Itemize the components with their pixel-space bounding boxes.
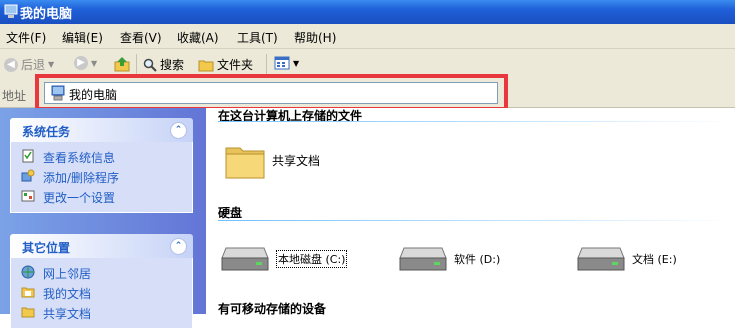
- hard-drive-icon: [577, 247, 625, 271]
- folders-button[interactable]: 文件夹: [198, 56, 253, 73]
- search-label: 搜索: [160, 58, 185, 72]
- menu-tools[interactable]: 工具(T): [237, 29, 278, 46]
- task-pane: 系统任务 ⌃ 查看系统信息 添加/删除程序 更改一个设置 其它位置 ⌃ 网上邻居…: [0, 108, 206, 329]
- system-info-icon: [22, 149, 34, 163]
- other-places-title: 其它位置: [22, 241, 71, 255]
- shared-documents-icon: [21, 307, 35, 318]
- drive-c-label: 本地磁盘 (C:): [276, 250, 348, 268]
- group-divider: [218, 121, 735, 122]
- link-label: 添加/删除程序: [43, 171, 120, 185]
- folder-up-icon: [114, 57, 130, 72]
- add-remove-programs-icon: [21, 169, 35, 182]
- link-change-setting[interactable]: 更改一个设置: [11, 186, 192, 206]
- highlight-box: [35, 74, 508, 111]
- menu-view[interactable]: 查看(V): [120, 29, 162, 46]
- back-button[interactable]: ◀ 后退 ▼: [4, 56, 54, 73]
- group-divider: [218, 220, 735, 221]
- address-label: 地址: [2, 89, 27, 103]
- hard-drive-icon: [221, 247, 269, 271]
- shared-documents-label: 共享文档: [272, 153, 321, 168]
- folders-label: 文件夹: [217, 58, 254, 72]
- link-network-places[interactable]: 网上邻居: [11, 262, 192, 282]
- link-label: 我的文档: [43, 287, 92, 301]
- forward-button[interactable]: ▶ ▼: [74, 56, 97, 70]
- removable-group-header: 有可移动存储的设备: [218, 302, 327, 316]
- control-panel-icon: [21, 190, 35, 202]
- title-bar: 我的电脑: [0, 0, 735, 24]
- up-button[interactable]: [114, 56, 130, 72]
- window-title: 我的电脑: [20, 7, 73, 22]
- link-shared-documents[interactable]: 共享文档: [11, 302, 192, 322]
- shared-documents-folder[interactable]: 共享文档: [224, 140, 320, 180]
- system-tasks-header[interactable]: 系统任务 ⌃: [10, 118, 193, 142]
- dropdown-arrow-icon: ▼: [91, 58, 98, 68]
- link-label: 查看系统信息: [43, 151, 116, 165]
- disks-group-header: 硬盘: [218, 206, 243, 220]
- dropdown-arrow-icon: ▼: [293, 58, 300, 68]
- menu-bar: 文件(F) 编辑(E) 查看(V) 收藏(A) 工具(T) 帮助(H): [0, 24, 735, 49]
- forward-arrow-icon: ▶: [74, 56, 88, 70]
- other-places-body: 网上邻居 我的文档 共享文档: [10, 258, 193, 329]
- search-button[interactable]: 搜索: [143, 56, 184, 73]
- back-arrow-icon: ◀: [4, 57, 18, 72]
- link-my-documents[interactable]: 我的文档: [11, 282, 192, 302]
- my-computer-icon: [4, 4, 18, 18]
- menu-favorites[interactable]: 收藏(A): [177, 29, 219, 46]
- network-places-icon: [21, 265, 35, 279]
- system-tasks-title: 系统任务: [22, 125, 71, 139]
- collapse-icon[interactable]: ⌃: [170, 122, 187, 139]
- system-tasks-panel: 系统任务 ⌃ 查看系统信息 添加/删除程序 更改一个设置: [10, 118, 193, 213]
- collapse-icon[interactable]: ⌃: [170, 238, 187, 255]
- link-label: 网上邻居: [43, 267, 92, 281]
- dropdown-arrow-icon: ▼: [48, 60, 55, 69]
- search-icon: [143, 58, 157, 72]
- toolbar-separator: [136, 54, 137, 74]
- link-view-system-info[interactable]: 查看系统信息: [11, 146, 192, 166]
- content-area: 在这台计算机上存储的文件 共享文档 硬盘 本地磁盘 (C:) 软件 (D:) 文…: [206, 108, 735, 316]
- toolbar-separator: [266, 54, 267, 74]
- menu-file[interactable]: 文件(F): [6, 29, 46, 46]
- other-places-panel: 其它位置 ⌃ 网上邻居 我的文档 共享文档: [10, 234, 193, 329]
- folder-icon: [225, 147, 265, 179]
- system-tasks-body: 查看系统信息 添加/删除程序 更改一个设置: [10, 142, 193, 213]
- drive-e[interactable]: 文档 (E:): [576, 244, 677, 274]
- views-icon: [274, 56, 290, 70]
- drive-c[interactable]: 本地磁盘 (C:): [220, 244, 348, 274]
- link-label: 更改一个设置: [43, 191, 116, 205]
- drive-d[interactable]: 软件 (D:): [398, 244, 500, 274]
- views-button[interactable]: ▼: [274, 56, 299, 70]
- link-add-remove-programs[interactable]: 添加/删除程序: [11, 166, 192, 186]
- menu-edit[interactable]: 编辑(E): [62, 29, 103, 46]
- my-documents-icon: [21, 287, 35, 298]
- hard-drive-icon: [399, 247, 447, 271]
- folder-icon: [198, 60, 214, 71]
- back-label: 后退: [21, 58, 46, 72]
- drive-e-label: 文档 (E:): [632, 253, 677, 266]
- drive-d-label: 软件 (D:): [454, 253, 501, 266]
- menu-help[interactable]: 帮助(H): [294, 29, 336, 46]
- other-places-header[interactable]: 其它位置 ⌃: [10, 234, 193, 258]
